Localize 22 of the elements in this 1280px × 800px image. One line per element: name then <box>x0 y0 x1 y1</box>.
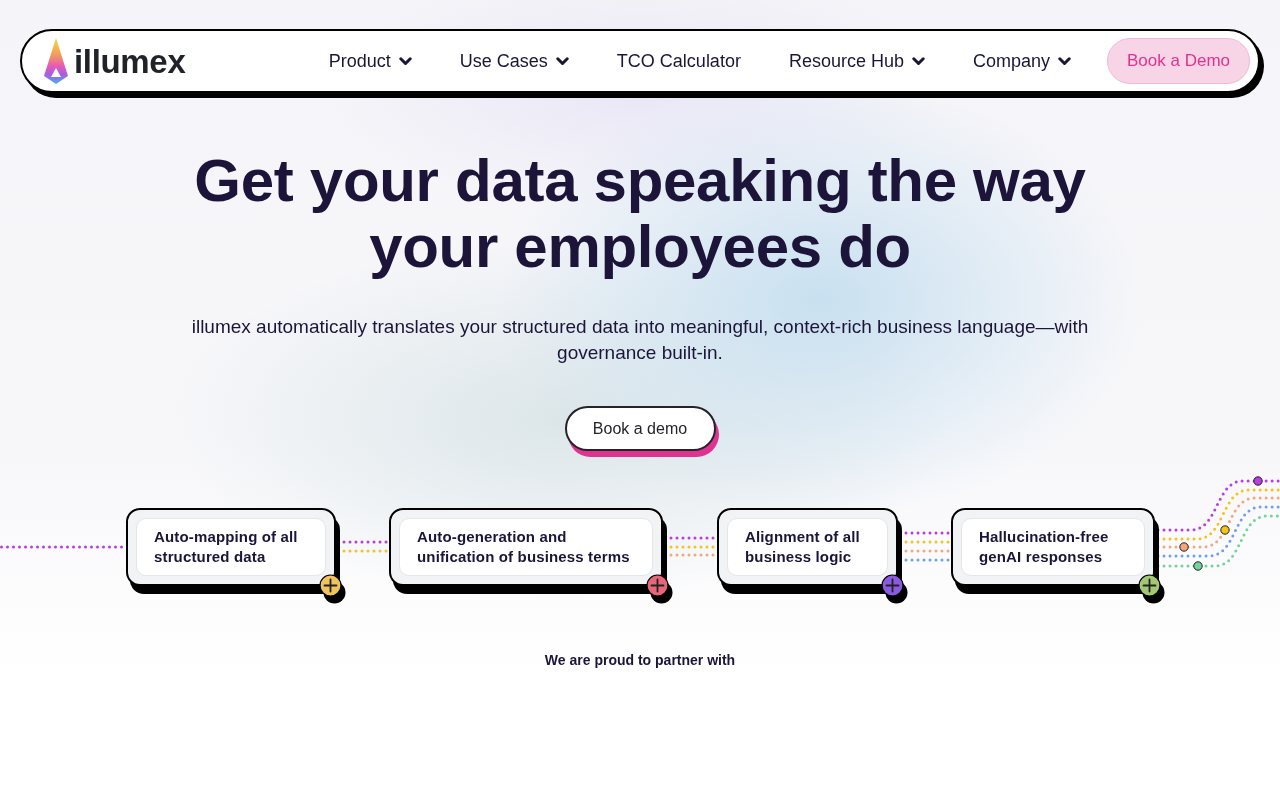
plus-icon[interactable] <box>1138 574 1165 604</box>
plus-icon[interactable] <box>646 574 673 604</box>
partners-heading: We are proud to partner with <box>544 651 736 670</box>
hero-subtitle: illumex automatically translates your structured data into meaningful, context-rich business language—with governance built-in. <box>190 315 1090 365</box>
chevron-down-icon <box>911 56 925 66</box>
step-label: Hallucination-free genAI responses <box>979 527 1110 567</box>
chevron-down-icon <box>555 56 569 66</box>
step-label: Alignment of all business logic <box>745 527 861 567</box>
hero-heading: Get your data speaking the way your employees do <box>193 148 1087 280</box>
crystal-logo-icon <box>44 38 68 84</box>
chevron-down-icon <box>398 56 412 66</box>
nav-link[interactable]: Use Cases <box>435 49 593 73</box>
plus-icon[interactable] <box>881 574 908 604</box>
nav-link[interactable]: Product <box>304 49 436 73</box>
nav-link[interactable]: Resource Hub <box>764 49 949 73</box>
brand-name[interactable]: illumex <box>74 44 186 78</box>
chevron-down-icon <box>1058 56 1071 66</box>
nav-link[interactable]: TCO Calculator <box>592 49 765 73</box>
step-label: Auto-mapping of all structured data <box>154 527 299 567</box>
step-label: Auto-generation and unification of business terms <box>417 527 631 567</box>
nav-link[interactable]: Company <box>948 49 1095 73</box>
plus-icon[interactable] <box>319 574 346 604</box>
